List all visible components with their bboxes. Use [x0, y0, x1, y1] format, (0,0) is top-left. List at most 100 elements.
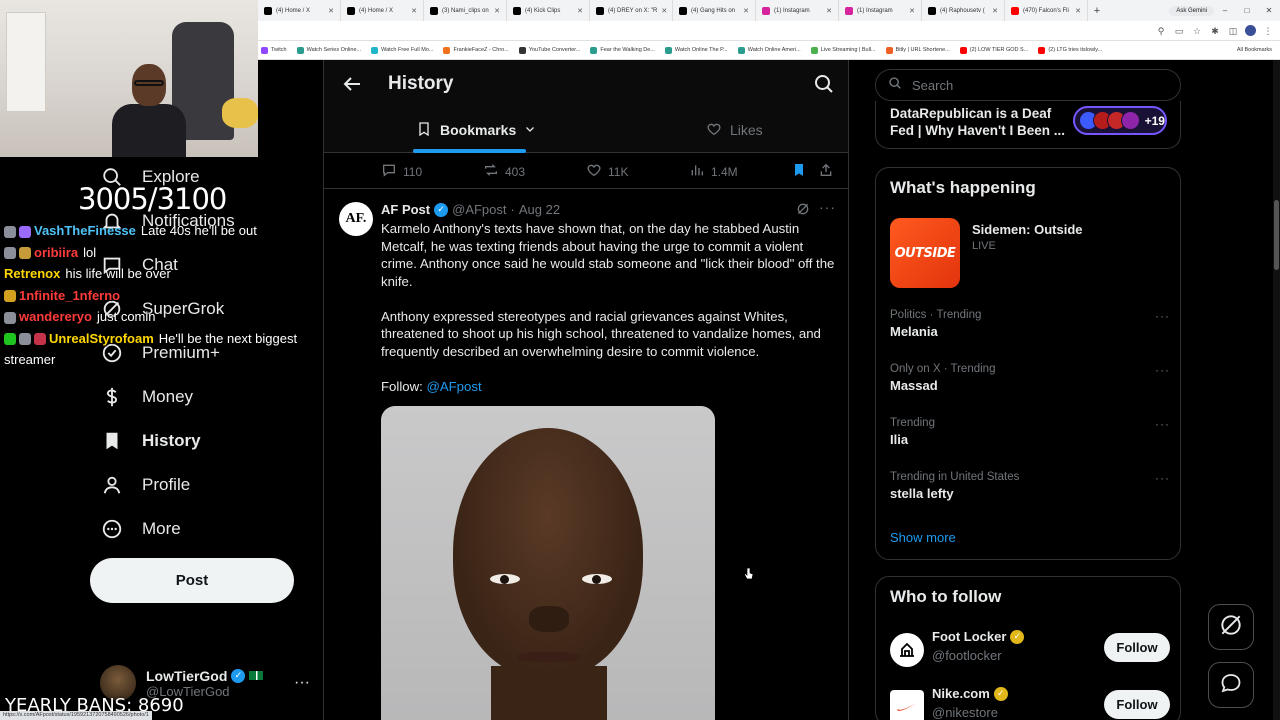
follow-button[interactable]: Follow: [1104, 633, 1170, 662]
trend-more-icon[interactable]: ···: [1155, 417, 1170, 431]
messages-fab-button[interactable]: [1208, 662, 1254, 708]
share-button[interactable]: [818, 162, 834, 181]
search-input[interactable]: Search: [875, 69, 1181, 101]
browser-tab[interactable]: (4) Gang Hits on ✕: [673, 0, 756, 21]
live-space-card[interactable]: DataRepublican is a Deaf Fed | Why Haven…: [875, 101, 1181, 149]
trend-more-icon[interactable]: ···: [1155, 363, 1170, 377]
close-tab-icon[interactable]: ✕: [577, 7, 583, 15]
suggestion-handle: @footlocker: [932, 648, 1002, 663]
close-tab-icon[interactable]: ✕: [1075, 7, 1081, 15]
show-more-link[interactable]: Show more: [890, 530, 956, 545]
tab-bookmarks[interactable]: Bookmarks: [416, 107, 536, 153]
grok-icon[interactable]: [795, 201, 811, 217]
trend-item[interactable]: Politics · Trending Melania ···: [890, 309, 1170, 349]
star-icon[interactable]: ☆: [1191, 25, 1203, 37]
cast-icon[interactable]: ▭: [1173, 25, 1185, 37]
like-button[interactable]: 11K: [586, 162, 628, 181]
trend-item[interactable]: Trending in United States stella lefty ·…: [890, 471, 1170, 511]
scrollbar-thumb[interactable]: [1274, 200, 1279, 270]
chat-username[interactable]: 1nfinite_1nferno: [19, 288, 120, 303]
bookmark-link[interactable]: Watch Online Ameri...: [737, 46, 801, 54]
account-more-icon[interactable]: ···: [294, 674, 310, 692]
browser-tab[interactable]: (1) Instagram ✕: [756, 0, 839, 21]
tab-likes[interactable]: Likes: [706, 107, 763, 153]
close-tab-icon[interactable]: ✕: [992, 7, 998, 15]
bookmark-button[interactable]: [791, 162, 807, 181]
close-tab-icon[interactable]: ✕: [494, 7, 500, 15]
grok-fab-button[interactable]: [1208, 604, 1254, 650]
close-window-icon[interactable]: ✕: [1258, 6, 1280, 15]
reply-button[interactable]: 110: [381, 162, 422, 181]
chat-username[interactable]: wandereryo: [19, 309, 92, 324]
browser-tab[interactable]: (3) Nami_clips on ✕: [424, 0, 507, 21]
post-more-icon[interactable]: ···: [819, 199, 836, 215]
close-tab-icon[interactable]: ✕: [661, 7, 667, 15]
bookmark-link[interactable]: Watch Free Full Mo...: [371, 46, 433, 54]
browser-tab[interactable]: (1) Instagram ✕: [839, 0, 922, 21]
close-tab-icon[interactable]: ✕: [328, 7, 334, 15]
nav-item-history[interactable]: History: [100, 429, 201, 453]
mention-link[interactable]: @AFpost: [426, 379, 481, 394]
chat-username[interactable]: UnrealStyrofoam: [49, 331, 154, 346]
ask-gemini-button[interactable]: Ask Gemini: [1169, 5, 1214, 16]
bookmark-link[interactable]: (2) LTG tries itslowly...: [1038, 46, 1102, 54]
bookmark-link[interactable]: FrankieFaceZ - Chro...: [443, 46, 509, 54]
browser-tab[interactable]: (4) Kick Clips ✕: [507, 0, 590, 21]
post-author-handle[interactable]: @AFpost: [452, 202, 506, 217]
extensions-icon[interactable]: ✱: [1209, 25, 1221, 37]
close-tab-icon[interactable]: ✕: [411, 7, 417, 15]
bookmark-link[interactable]: Watch Series Online...: [296, 46, 361, 54]
browser-menu-icon[interactable]: ⋮: [1262, 25, 1274, 37]
bookmark-link[interactable]: Live Streaming | Bull...: [810, 46, 876, 54]
bookmark-link[interactable]: Fear the Walking De...: [590, 46, 655, 54]
live-listeners-pill[interactable]: +19: [1073, 106, 1167, 135]
page-scrollbar[interactable]: [1273, 60, 1280, 720]
featured-event[interactable]: OUTSIDE Sidemen: Outside LIVE: [890, 218, 1170, 290]
post-photo[interactable]: [381, 406, 715, 720]
chat-username[interactable]: oribiira: [34, 245, 78, 260]
nav-item-profile[interactable]: Profile: [100, 473, 190, 497]
post-date[interactable]: Aug 22: [519, 202, 560, 217]
minimize-icon[interactable]: –: [1214, 6, 1236, 15]
post-button[interactable]: Post: [90, 558, 294, 603]
trend-item[interactable]: Only on X · Trending Massad ···: [890, 363, 1170, 403]
split-view-icon[interactable]: ◫: [1227, 25, 1239, 37]
bookmark-icon: [416, 121, 432, 140]
all-bookmarks-link[interactable]: All Bookmarks: [1237, 47, 1280, 53]
follow-suggestion[interactable]: Foot Locker ✓ @footlocker Follow: [890, 629, 1170, 673]
close-tab-icon[interactable]: ✕: [743, 7, 749, 15]
bookmark-link[interactable]: Bitly | URL Shortene...: [885, 46, 950, 54]
browser-tab[interactable]: (4) Home / X ✕: [258, 0, 341, 21]
browser-tab[interactable]: (4) Home / X ✕: [341, 0, 424, 21]
nav-item-money[interactable]: Money: [100, 385, 193, 409]
post-author-name[interactable]: AF Post: [381, 202, 430, 217]
bookmark-link[interactable]: Watch Online The P...: [664, 46, 728, 54]
trend-more-icon[interactable]: ···: [1155, 309, 1170, 323]
follow-suggestion[interactable]: Nike.com ✓ @nikestore Follow: [890, 686, 1170, 720]
chat-username[interactable]: Retrenox: [4, 266, 60, 281]
repost-button[interactable]: 403: [483, 162, 525, 181]
new-tab-button[interactable]: +: [1088, 5, 1106, 17]
nav-item-more[interactable]: More: [100, 517, 181, 541]
views-button[interactable]: 1.4M: [689, 162, 738, 181]
browser-tab[interactable]: (4) DREY on X: "R ✕: [590, 0, 673, 21]
close-tab-icon[interactable]: ✕: [909, 7, 915, 15]
bookmarked-post[interactable]: AF. AF Post ✓ @AFpost · Aug 22 ··· Karme…: [324, 190, 848, 720]
bookmark-link[interactable]: (2) LOW TIER GOD S...: [959, 46, 1028, 54]
search-icon[interactable]: [812, 72, 836, 96]
close-tab-icon[interactable]: ✕: [826, 7, 832, 15]
avatar[interactable]: AF.: [339, 202, 373, 236]
bookmark-link[interactable]: YouTube Converter...: [518, 46, 580, 54]
follow-button[interactable]: Follow: [1104, 690, 1170, 719]
chat-username[interactable]: VashTheFinesse: [34, 223, 136, 238]
trend-more-icon[interactable]: ···: [1155, 471, 1170, 485]
zoom-icon[interactable]: ⚲: [1155, 25, 1167, 37]
browser-tab[interactable]: (470) Falcon's Fli ✕: [1005, 0, 1088, 21]
trend-item[interactable]: Trending Ilia ···: [890, 417, 1170, 457]
maximize-icon[interactable]: □: [1236, 6, 1258, 15]
browser-profile-avatar[interactable]: [1245, 25, 1256, 36]
browser-tab[interactable]: (4) Raphousetv (✕: [922, 0, 1005, 21]
bookmark-link[interactable]: Twitch: [261, 46, 287, 54]
back-arrow-icon[interactable]: [340, 72, 364, 96]
share-icon: [818, 162, 834, 181]
